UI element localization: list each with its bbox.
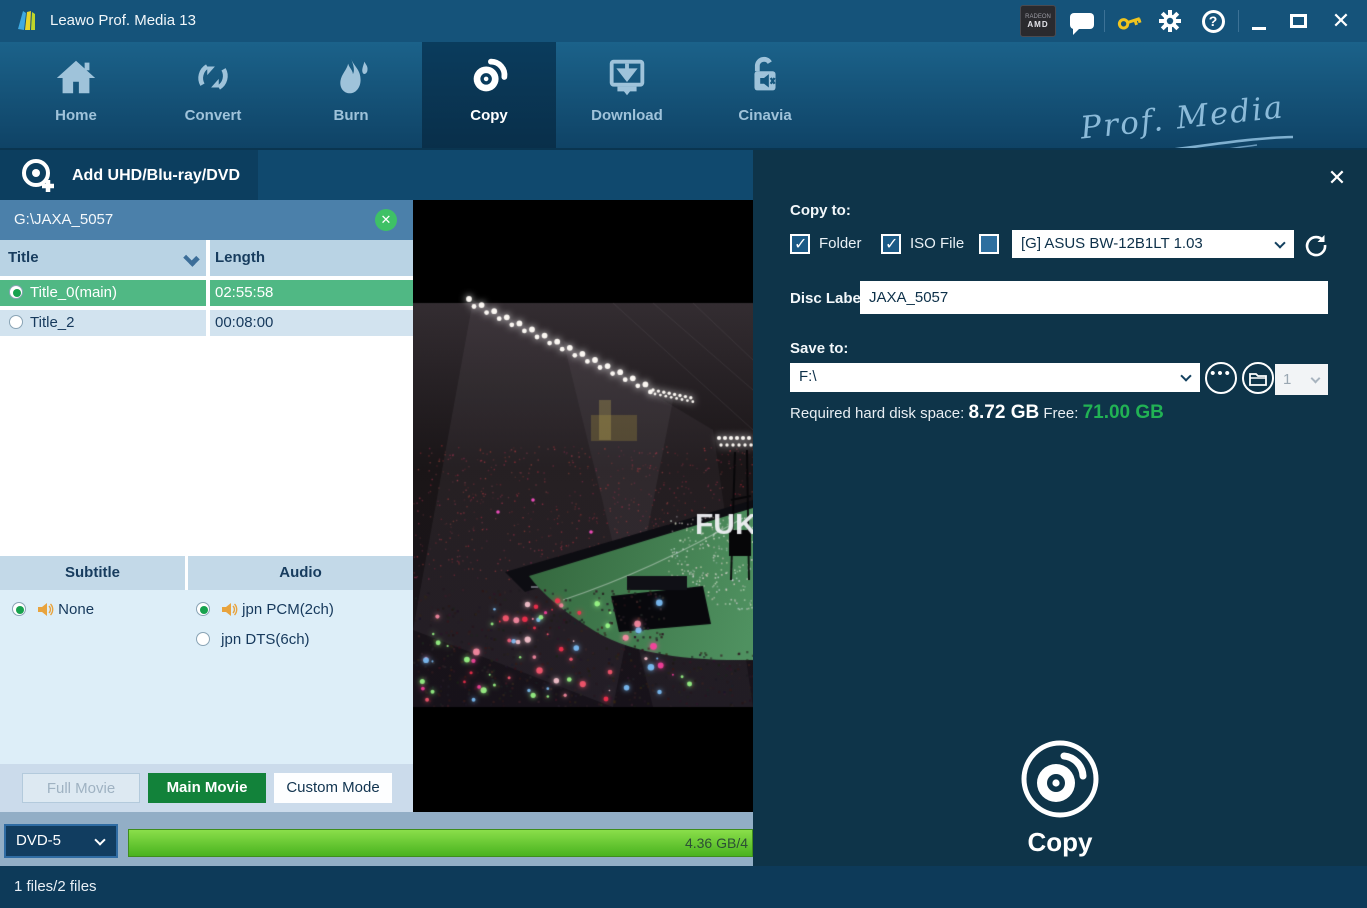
add-source-label: Add UHD/Blu-ray/DVD bbox=[72, 167, 240, 185]
main-nav: Home Convert Burn Copy bbox=[0, 42, 1367, 148]
minimize-button[interactable] bbox=[1246, 0, 1272, 42]
iso-file-checkbox-label[interactable]: ISO File bbox=[910, 233, 964, 255]
maximize-button[interactable] bbox=[1284, 0, 1312, 42]
disk-space-info: Required hard disk space: 8.72 GB Free: … bbox=[790, 402, 1164, 424]
open-folder-button[interactable] bbox=[1242, 362, 1274, 394]
chevron-down-icon bbox=[1311, 374, 1321, 384]
refresh-drives-icon[interactable] bbox=[1303, 232, 1329, 258]
burn-icon bbox=[328, 54, 374, 100]
iso-file-checkbox[interactable] bbox=[881, 234, 901, 254]
column-length[interactable]: Length bbox=[210, 240, 413, 276]
disc-label-label: Disc Label: bbox=[790, 290, 870, 307]
title-row-main[interactable]: Title_0(main) 02:55:58 bbox=[0, 280, 413, 306]
copy-start-label: Copy bbox=[987, 827, 1133, 858]
audio-option-dts[interactable]: jpn DTS(6ch) bbox=[196, 629, 310, 651]
download-icon bbox=[604, 54, 650, 100]
audio-radio-pcm[interactable] bbox=[196, 602, 210, 616]
cinavia-lock-icon bbox=[742, 54, 788, 100]
column-title[interactable]: Title bbox=[0, 240, 206, 276]
help-icon[interactable]: ? bbox=[1200, 0, 1226, 42]
mode-buttons: Full Movie Main Movie Custom Mode bbox=[0, 764, 413, 812]
folder-checkbox-label[interactable]: Folder bbox=[819, 233, 862, 255]
save-to-label: Save to: bbox=[790, 340, 848, 357]
disc-label-input[interactable]: JAXA_5057 bbox=[860, 281, 1328, 314]
copies-count-spinner[interactable]: 1 bbox=[1275, 364, 1328, 395]
settings-gear-icon[interactable] bbox=[1156, 0, 1184, 42]
disc-format-select[interactable]: DVD-5 bbox=[4, 824, 118, 858]
amd-radeon-badge: RADEONAMD bbox=[1020, 5, 1056, 37]
tab-cinavia[interactable]: Cinavia bbox=[698, 42, 832, 148]
app-window: Leawo Prof. Media 13 RADEONAMD ? ✕ bbox=[0, 0, 1367, 908]
capacity-text: 4.36 GB/4 bbox=[685, 830, 748, 856]
folder-checkbox[interactable] bbox=[790, 234, 810, 254]
panel-close-icon[interactable]: ✕ bbox=[1325, 166, 1349, 190]
tab-copy[interactable]: Copy bbox=[422, 42, 556, 148]
register-key-icon[interactable] bbox=[1114, 0, 1144, 42]
tab-download[interactable]: Download bbox=[560, 42, 694, 148]
files-count: 1 files/2 files bbox=[14, 878, 97, 895]
video-preview bbox=[413, 200, 753, 812]
chevron-down-icon bbox=[1274, 237, 1285, 248]
tab-convert[interactable]: Convert bbox=[146, 42, 280, 148]
copy-settings-panel: ✕ Copy to: Folder ISO File [G] ASUS BW-1… bbox=[753, 150, 1367, 866]
chevron-down-icon bbox=[1180, 370, 1191, 381]
audio-radio-dts[interactable] bbox=[196, 632, 210, 646]
convert-icon bbox=[190, 54, 236, 100]
remove-source-icon[interactable]: ✕ bbox=[375, 209, 397, 231]
close-button[interactable]: ✕ bbox=[1326, 0, 1356, 42]
title-radio[interactable] bbox=[9, 315, 23, 329]
source-header: G:\JAXA_5057 ✕ bbox=[0, 200, 413, 240]
column-audio: Audio bbox=[188, 556, 413, 590]
subtitle-radio[interactable] bbox=[12, 602, 26, 616]
copy-to-label: Copy to: bbox=[790, 202, 851, 219]
source-panel: G:\JAXA_5057 ✕ Title Length Title_0(main… bbox=[0, 200, 413, 812]
browse-ellipsis-button[interactable]: ••• bbox=[1205, 362, 1237, 394]
status-bar: 1 files/2 files bbox=[0, 866, 1367, 908]
feedback-bubble-icon[interactable] bbox=[1068, 0, 1096, 42]
app-logo-icon bbox=[14, 7, 42, 35]
folder-icon bbox=[1249, 371, 1267, 386]
copy-disc-big-icon bbox=[1019, 738, 1101, 820]
home-icon bbox=[53, 54, 99, 100]
capacity-progress-bar: 4.36 GB/4 bbox=[128, 829, 753, 857]
speaker-icon bbox=[221, 602, 238, 617]
save-path-select[interactable]: F:\ bbox=[790, 363, 1200, 392]
tab-home[interactable]: Home bbox=[9, 42, 143, 148]
track-options: None jpn PCM(2ch) jpn DTS(6ch) bbox=[0, 590, 413, 764]
burner-drive-select[interactable]: [G] ASUS BW-12B1LT 1.03 bbox=[1012, 230, 1294, 258]
burner-checkbox[interactable] bbox=[979, 234, 999, 254]
copy-start-button[interactable]: Copy bbox=[987, 738, 1133, 858]
main-movie-button[interactable]: Main Movie bbox=[148, 773, 266, 803]
custom-mode-button[interactable]: Custom Mode bbox=[274, 773, 392, 803]
title-radio-selected[interactable] bbox=[9, 285, 23, 299]
chevron-down-icon bbox=[94, 834, 105, 845]
source-path: G:\JAXA_5057 bbox=[14, 200, 113, 240]
speaker-icon bbox=[37, 602, 54, 617]
required-space-value: 8.72 GB bbox=[968, 402, 1039, 423]
title-row-2[interactable]: Title_2 00:08:00 bbox=[0, 310, 413, 336]
titlebar: Leawo Prof. Media 13 RADEONAMD ? ✕ bbox=[0, 0, 1367, 42]
free-space-value: 71.00 GB bbox=[1083, 402, 1164, 423]
add-disc-icon bbox=[18, 156, 58, 196]
audio-option-pcm[interactable]: jpn PCM(2ch) bbox=[196, 599, 334, 621]
column-subtitle: Subtitle bbox=[0, 556, 185, 590]
window-title: Leawo Prof. Media 13 bbox=[50, 0, 196, 42]
add-source-button[interactable]: Add UHD/Blu-ray/DVD bbox=[0, 150, 258, 202]
titlebar-divider bbox=[1104, 10, 1105, 32]
subtitle-option-none[interactable]: None bbox=[12, 599, 94, 621]
tab-burn[interactable]: Burn bbox=[284, 42, 418, 148]
full-movie-button[interactable]: Full Movie bbox=[22, 773, 140, 803]
copy-disc-icon bbox=[466, 54, 512, 100]
titlebar-divider bbox=[1238, 10, 1239, 32]
